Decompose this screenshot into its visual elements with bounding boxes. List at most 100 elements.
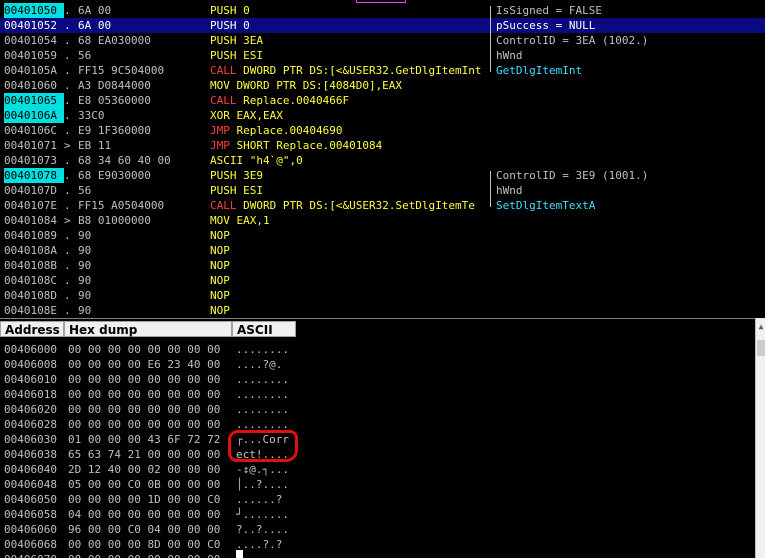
instruction-mnemonic: CALL [210, 199, 237, 212]
scroll-thumb[interactable] [757, 340, 765, 356]
dump-address: 00406060 [4, 523, 57, 536]
disasm-row[interactable]: 00401054. 68 EA030000 PUSH 3EA ControlID = … [0, 33, 765, 48]
disasm-row[interactable]: 0040108C. 90 NOP [0, 273, 765, 288]
disasm-row[interactable]: 0040108A. 90 NOP [0, 243, 765, 258]
scroll-up-arrow-icon[interactable]: ▲ [756, 318, 765, 336]
disasm-row[interactable]: 00401059. 56 PUSH ESI hWnd [0, 48, 765, 63]
disasm-row[interactable]: 00401060. A3 D0844000 MOV DWORD PTR DS:[40… [0, 78, 765, 93]
instruction-mnemonic: JMP [210, 139, 230, 152]
dump-address: 00406068 [4, 538, 57, 551]
disasm-row[interactable]: 0040106A. 33C0 XOR EAX,EAX [0, 108, 765, 123]
disasm-row[interactable]: 0040108B. 90 NOP [0, 258, 765, 273]
dump-address: 00406050 [4, 493, 57, 506]
disasm-row[interactable]: 00401071 > EB 11 JMP SHORT Replace.00401084 [0, 138, 765, 153]
dump-ascii: ........ [236, 343, 289, 356]
instruction-command: NOP [210, 258, 230, 273]
disasm-row[interactable]: 00401052. 6A 00 PUSH 0 pSuccess = NULL [0, 18, 765, 33]
argument-bracket [490, 171, 497, 207]
disasm-row[interactable]: 0040106C. E9 1F360000 JMP Replace.00404690 [0, 123, 765, 138]
dump-ascii: │..?.... [236, 478, 289, 491]
instruction-address: 0040108A [4, 244, 57, 257]
instruction-operand: SHORT Replace.00401084 [236, 139, 383, 152]
instruction-comment: ControlID = 3E9 (1001.) [496, 169, 649, 182]
instruction-bytes: E8 05360000 [78, 94, 151, 107]
instruction-command: NOP [210, 273, 230, 288]
memory-dump-pane[interactable]: 00406000 00 00 00 00 00 00 00 00........ 0… [0, 340, 755, 558]
instruction-bytes: 90 [78, 244, 92, 257]
disasm-row[interactable]: 0040108E. 90 NOP [0, 303, 765, 315]
disasm-row[interactable]: 0040107E. FF15 A0504000 CALL DWORD PTR DS:… [0, 198, 765, 213]
dump-ascii: ........ [236, 373, 289, 386]
disasm-row[interactable]: 00401050. 6A 00 PUSH 0 IsSigned = FALSE [0, 3, 765, 18]
instruction-address: 0040106A [4, 108, 64, 123]
instruction-mnemonic: ASCII "h4`@",0 [210, 154, 303, 167]
instruction-comment: hWnd [496, 49, 523, 62]
annotation-circle [228, 430, 298, 462]
instruction-command: PUSH 0 [210, 18, 250, 33]
disassembly-pane[interactable]: 00401050. 6A 00 PUSH 0 IsSigned = FALSE 0040… [0, 0, 765, 315]
dump-ascii: ?..?.... [236, 523, 289, 536]
dump-hex-bytes: 05 00 00 C0 0B 00 00 00 [68, 478, 221, 491]
dump-hex-bytes: 00 00 00 00 8D 00 00 C0 [68, 538, 221, 551]
dump-hex-bytes: 65 63 74 21 00 00 00 00 [68, 448, 221, 461]
instruction-mnemonic: XOR EAX,EAX [210, 109, 283, 122]
dump-hex-bytes: 04 00 00 00 00 00 00 00 [68, 508, 221, 521]
jump-marker: . [64, 94, 71, 107]
instruction-address: 00401054 [4, 34, 57, 47]
disasm-row[interactable]: 0040107D. 56 PUSH ESI hWnd [0, 183, 765, 198]
instruction-address: 0040107E [4, 199, 57, 212]
instruction-address: 00401052 [4, 19, 57, 32]
disasm-row[interactable]: 00401065. E8 05360000 CALL Replace.0040466… [0, 93, 765, 108]
instruction-address: 00401073 [4, 154, 57, 167]
disasm-row[interactable]: 0040108D. 90 NOP [0, 288, 765, 303]
jump-marker: . [64, 109, 71, 122]
instruction-command: PUSH ESI [210, 183, 263, 198]
instruction-command: CALL DWORD PTR DS:[<&USER32.SetDlgItemTe [210, 198, 475, 213]
instruction-mnemonic: NOP [210, 259, 230, 272]
header-hex-dump[interactable]: Hex dump [64, 321, 232, 337]
dump-address: 00406048 [4, 478, 57, 491]
disasm-row[interactable]: 00401089. 90 NOP [0, 228, 765, 243]
dump-address: 00406040 [4, 463, 57, 476]
instruction-comment: pSuccess = NULL [496, 19, 596, 32]
header-ascii[interactable]: ASCII [232, 321, 296, 337]
jump-marker: . [64, 259, 71, 272]
dump-ascii: ....?@. [236, 358, 283, 371]
instruction-bytes: 56 [78, 49, 92, 62]
instruction-mnemonic: NOP [210, 289, 230, 302]
instruction-command: PUSH 3EA [210, 33, 263, 48]
disasm-row[interactable]: 0040105A. FF15 9C504000 CALL DWORD PTR DS:… [0, 63, 765, 78]
dump-hex-bytes: 00 00 00 00 00 00 00 00 [68, 388, 221, 401]
dump-header: Address Hex dump ASCII [0, 318, 765, 339]
instruction-command: PUSH ESI [210, 48, 263, 63]
instruction-bytes: E9 1F360000 [78, 124, 151, 137]
instruction-bytes: 90 [78, 274, 92, 287]
instruction-mnemonic: JMP [210, 124, 230, 137]
instruction-address: 0040108C [4, 274, 57, 287]
jump-marker: . [64, 229, 71, 242]
jump-marker: . [64, 34, 71, 47]
instruction-bytes: 33C0 [78, 109, 105, 122]
instruction-bytes: 6A 00 [78, 4, 112, 17]
dump-hex-bytes: 00 00 00 00 E6 23 40 00 [68, 358, 221, 371]
dump-scrollbar[interactable]: ▲ [755, 318, 765, 558]
jump-marker: . [64, 274, 71, 287]
dump-address: 00406070 [4, 552, 57, 558]
dump-address: 00406030 [4, 433, 57, 446]
header-address[interactable]: Address [0, 321, 64, 337]
dump-address: 00406000 [4, 343, 57, 356]
instruction-mnemonic: NOP [210, 244, 230, 257]
instruction-comment: GetDlgItemInt [496, 64, 583, 77]
instruction-command: PUSH 3E9 [210, 168, 263, 183]
instruction-command: CALL Replace.0040466F [210, 93, 349, 108]
instruction-address: 00401089 [4, 229, 57, 242]
instruction-bytes: A3 D0844000 [78, 79, 151, 92]
disasm-row[interactable]: 00401084 > B8 01000000 MOV EAX,1 [0, 213, 765, 228]
instruction-mnemonic: CALL [210, 64, 237, 77]
jump-marker: . [64, 154, 71, 167]
disasm-row[interactable]: 00401073. 68 34 60 40 00 ASCII "h4`@",0 [0, 153, 765, 168]
instruction-command: NOP [210, 228, 230, 243]
dump-address: 00406020 [4, 403, 57, 416]
disasm-row[interactable]: 00401078. 68 E9030000 PUSH 3E9 ControlID = … [0, 168, 765, 183]
instruction-command: MOV EAX,1 [210, 213, 270, 228]
